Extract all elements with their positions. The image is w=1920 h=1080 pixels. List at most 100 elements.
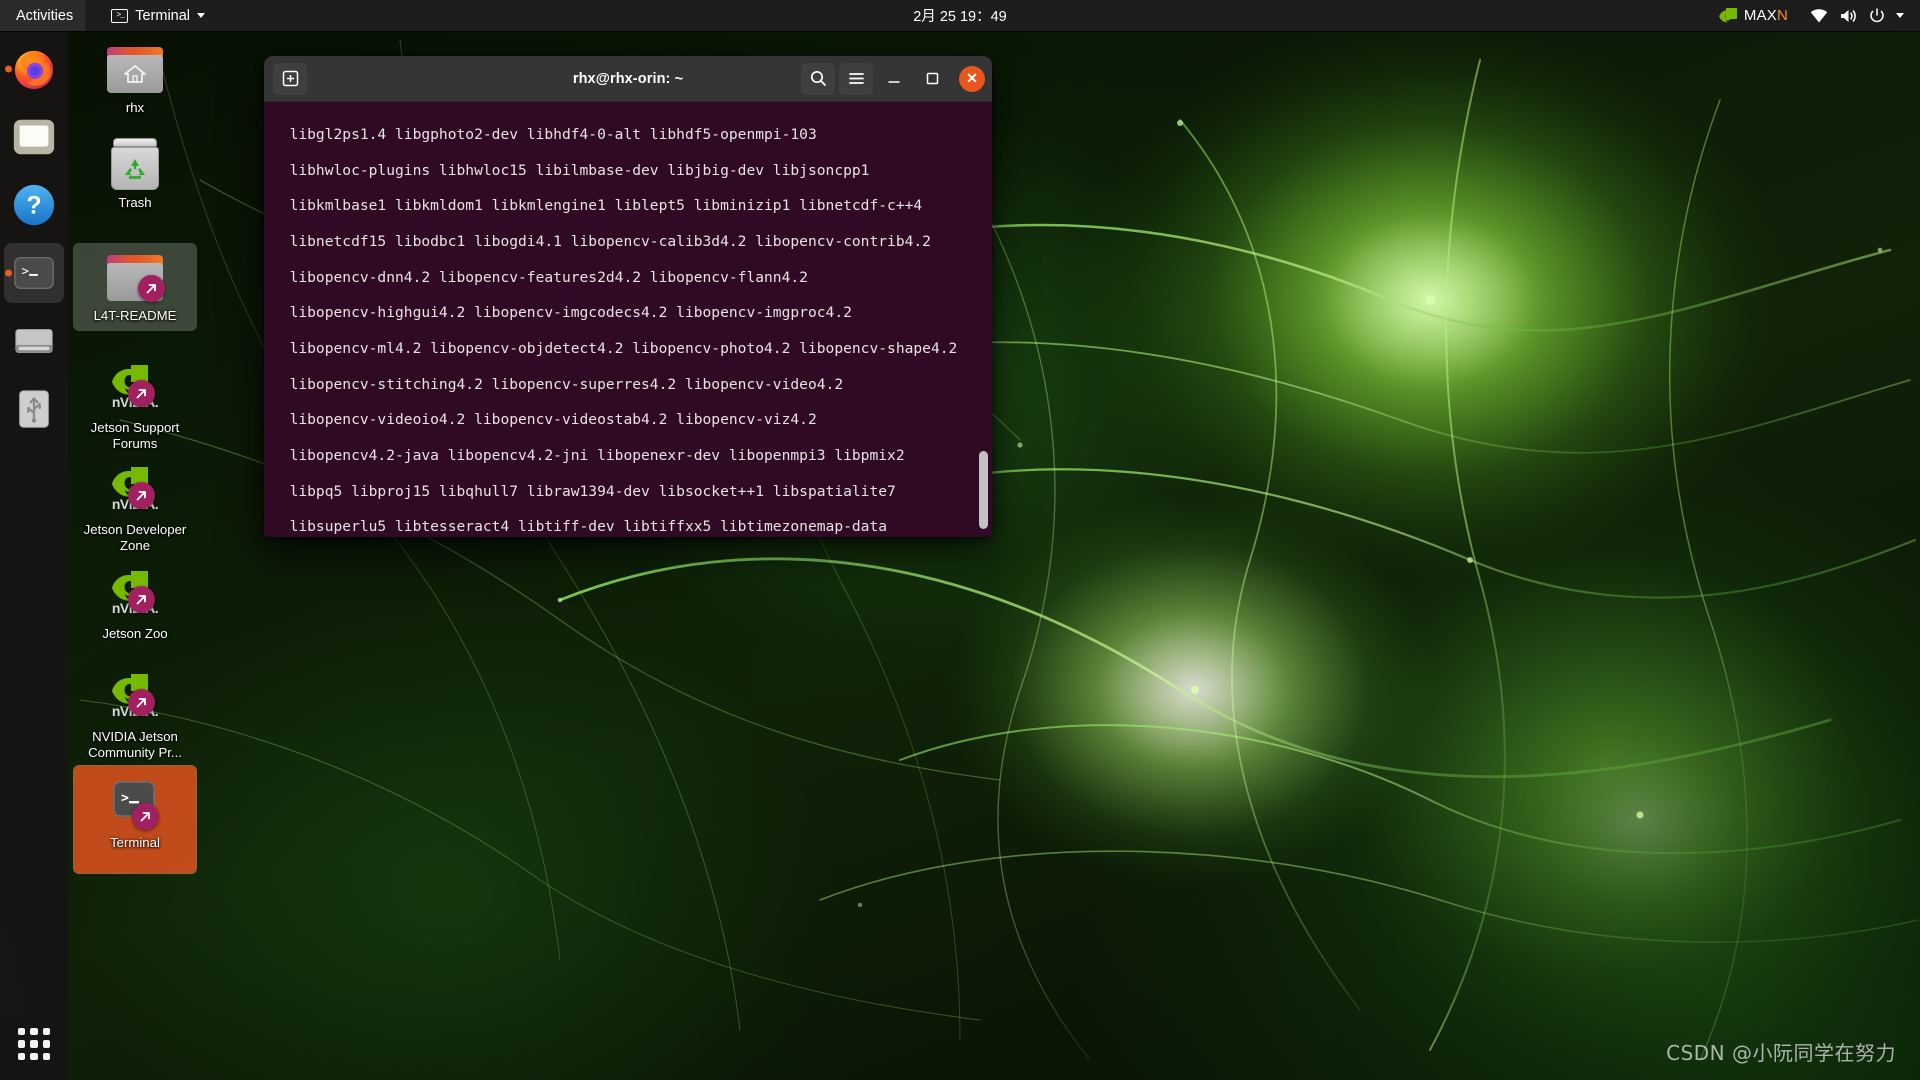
new-tab-button[interactable] [273, 62, 307, 95]
minimize-button[interactable] [877, 63, 911, 95]
desktop-icon-label: Terminal [110, 835, 160, 850]
desktop-icon-label: NVIDIA Jetson Community Pr... [88, 729, 182, 760]
terminal-line: libpq5 libproj15 libqhull7 libraw1394-de… [272, 482, 896, 500]
chevron-down-icon [197, 13, 206, 18]
grid-dot [18, 1040, 26, 1048]
running-indicator-dot [5, 269, 12, 277]
nvidia-shortcut-icon: nVIDIA. [107, 463, 163, 519]
wifi-icon[interactable] [1810, 8, 1828, 23]
terminal-window[interactable]: rhx@rhx-orin: ~ ✕ libgl2ps1.4 libgphoto2… [264, 56, 992, 537]
terminal-line: libgl2ps1.4 libgphoto2-dev libhdf4-0-alt… [272, 125, 817, 143]
svg-text:?: ? [26, 192, 41, 220]
home-folder-icon [107, 41, 163, 97]
system-status-menu[interactable] [1796, 0, 1914, 31]
help-icon: ? [13, 184, 55, 226]
desktop-icon-label: Jetson Developer Zone [83, 522, 187, 553]
shortcut-arrow-icon [128, 586, 155, 613]
svg-text:>: > [22, 263, 30, 278]
activities-button[interactable]: Activities [0, 0, 86, 31]
nvidia-shortcut-icon: nVIDIA. [107, 361, 163, 417]
grid-dot [18, 1028, 26, 1036]
terminal-line: libopencv-videoio4.2 libopencv-videostab… [272, 411, 817, 429]
grid-dot [42, 1028, 50, 1036]
terminal-line: libopencv-stitching4.2 libopencv-superre… [272, 375, 844, 393]
power-mode-label: MAXN [1743, 7, 1788, 24]
desktop-icon-jetson-developer-zone[interactable]: nVIDIA. Jetson Developer Zone [74, 458, 196, 559]
desktop-icon-label: L4T-README [93, 308, 177, 323]
dock-item-terminal[interactable]: > [4, 243, 64, 303]
terminal-line: libhwloc-plugins libhwloc15 libilmbase-d… [272, 161, 870, 179]
desktop-icon-label: Trash [118, 195, 152, 210]
desktop-icon-nvidia-jetson-community-projects[interactable]: nVIDIA. NVIDIA Jetson Community Pr... [74, 665, 196, 766]
terminal-icon: >_ [111, 8, 129, 23]
terminal-line: libsuperlu5 libtesseract4 libtiff-dev li… [272, 518, 888, 536]
folder-shortcut-icon [107, 249, 165, 305]
terminal-line: libopencv4.2-java libopencv4.2-jni libop… [272, 447, 905, 465]
search-button[interactable] [801, 62, 835, 95]
chevron-down-icon[interactable] [1896, 13, 1904, 18]
desktop-icon-label: rhx [125, 100, 145, 115]
desktop-icon-terminal[interactable]: > Terminal [73, 765, 197, 874]
terminal-titlebar[interactable]: rhx@rhx-orin: ~ ✕ [264, 56, 992, 102]
terminal-shortcut-icon: > [107, 780, 163, 832]
terminal-line: libkmlbase1 libkmldom1 libkmlengine1 lib… [272, 197, 923, 215]
grid-dot [18, 1052, 26, 1060]
volume-icon[interactable] [1839, 8, 1858, 24]
terminal-line: libnetcdf15 libodbc1 libogdi4.1 libopenc… [272, 232, 931, 250]
dock: ? > [0, 31, 68, 1080]
shortcut-arrow-icon [128, 689, 155, 716]
grid-dot [42, 1052, 50, 1060]
desktop-icon-l4t-readme[interactable]: L4T-README [73, 243, 197, 331]
app-menu-button[interactable]: >_ Terminal [101, 0, 215, 31]
clock-button[interactable]: 2月 25 19：49 [903, 0, 1017, 31]
svg-text:>: > [121, 791, 129, 806]
grid-dot [42, 1040, 50, 1048]
desktop-icon-label: Jetson Support Forums [90, 420, 180, 451]
firefox-icon [14, 50, 54, 90]
files-icon [13, 119, 55, 155]
dock-item-help[interactable]: ? [4, 175, 64, 235]
grid-dot [30, 1028, 38, 1036]
dock-item-files[interactable] [4, 107, 64, 167]
show-applications-button[interactable] [12, 1022, 56, 1066]
activities-label: Activities [16, 7, 74, 24]
power-mode-indicator[interactable]: MAXN [1710, 0, 1796, 31]
nvidia-shortcut-icon: nVIDIA. [107, 670, 163, 726]
terminal-icon: > [14, 256, 54, 290]
shortcut-arrow-icon [128, 482, 155, 509]
desktop-icon-label: Jetson Zoo [102, 626, 168, 641]
power-icon[interactable] [1869, 7, 1885, 24]
disk-drive-icon [15, 329, 53, 353]
top-bar-right: MAXN [1710, 0, 1914, 31]
terminal-line: libopencv-ml4.2 libopencv-objdetect4.2 l… [272, 339, 958, 357]
close-button[interactable]: ✕ [959, 65, 985, 92]
terminal-line: libopencv-highgui4.2 libopencv-imgcodecs… [272, 304, 852, 322]
dock-item-disk[interactable] [4, 311, 64, 371]
desktop-icon-jetson-support-forums[interactable]: nVIDIA. Jetson Support Forums [74, 356, 196, 457]
clock-label: 2月 25 19：49 [913, 9, 1007, 25]
desktop-icon-home[interactable]: rhx [74, 36, 196, 122]
usb-drive-icon [19, 390, 49, 428]
terminal-scrollbar[interactable] [979, 451, 988, 529]
watermark-text: CSDN @小阮同学在努力 [1666, 1041, 1896, 1065]
terminal-output: libgl2ps1.4 libgphoto2-dev libhdf4-0-alt… [268, 108, 992, 537]
desktop-icon-jetson-zoo[interactable]: nVIDIA. Jetson Zoo [74, 562, 196, 648]
nvidia-shortcut-icon: nVIDIA. [107, 567, 163, 623]
top-bar: Activities >_ Terminal 2月 25 19：49 MAXN [0, 0, 1920, 31]
terminal-line: libopencv-dnn4.2 libopencv-features2d4.2… [272, 268, 808, 286]
dock-item-firefox[interactable] [4, 39, 64, 99]
shortcut-arrow-icon [138, 275, 165, 302]
shortcut-arrow-icon [132, 803, 159, 830]
dock-item-usb[interactable] [4, 379, 64, 439]
running-indicator-dot [5, 65, 12, 73]
trash-icon [107, 136, 163, 192]
shortcut-arrow-icon [128, 380, 155, 407]
grid-dot [30, 1040, 38, 1048]
maximize-button[interactable] [915, 63, 949, 95]
grid-dot [30, 1052, 38, 1060]
desktop-icon-trash[interactable]: Trash [74, 131, 196, 217]
terminal-window-controls: ✕ [801, 62, 985, 95]
app-menu-label: Terminal [135, 7, 191, 24]
terminal-body[interactable]: libgl2ps1.4 libgphoto2-dev libhdf4-0-alt… [264, 102, 992, 537]
hamburger-menu-button[interactable] [839, 62, 873, 95]
